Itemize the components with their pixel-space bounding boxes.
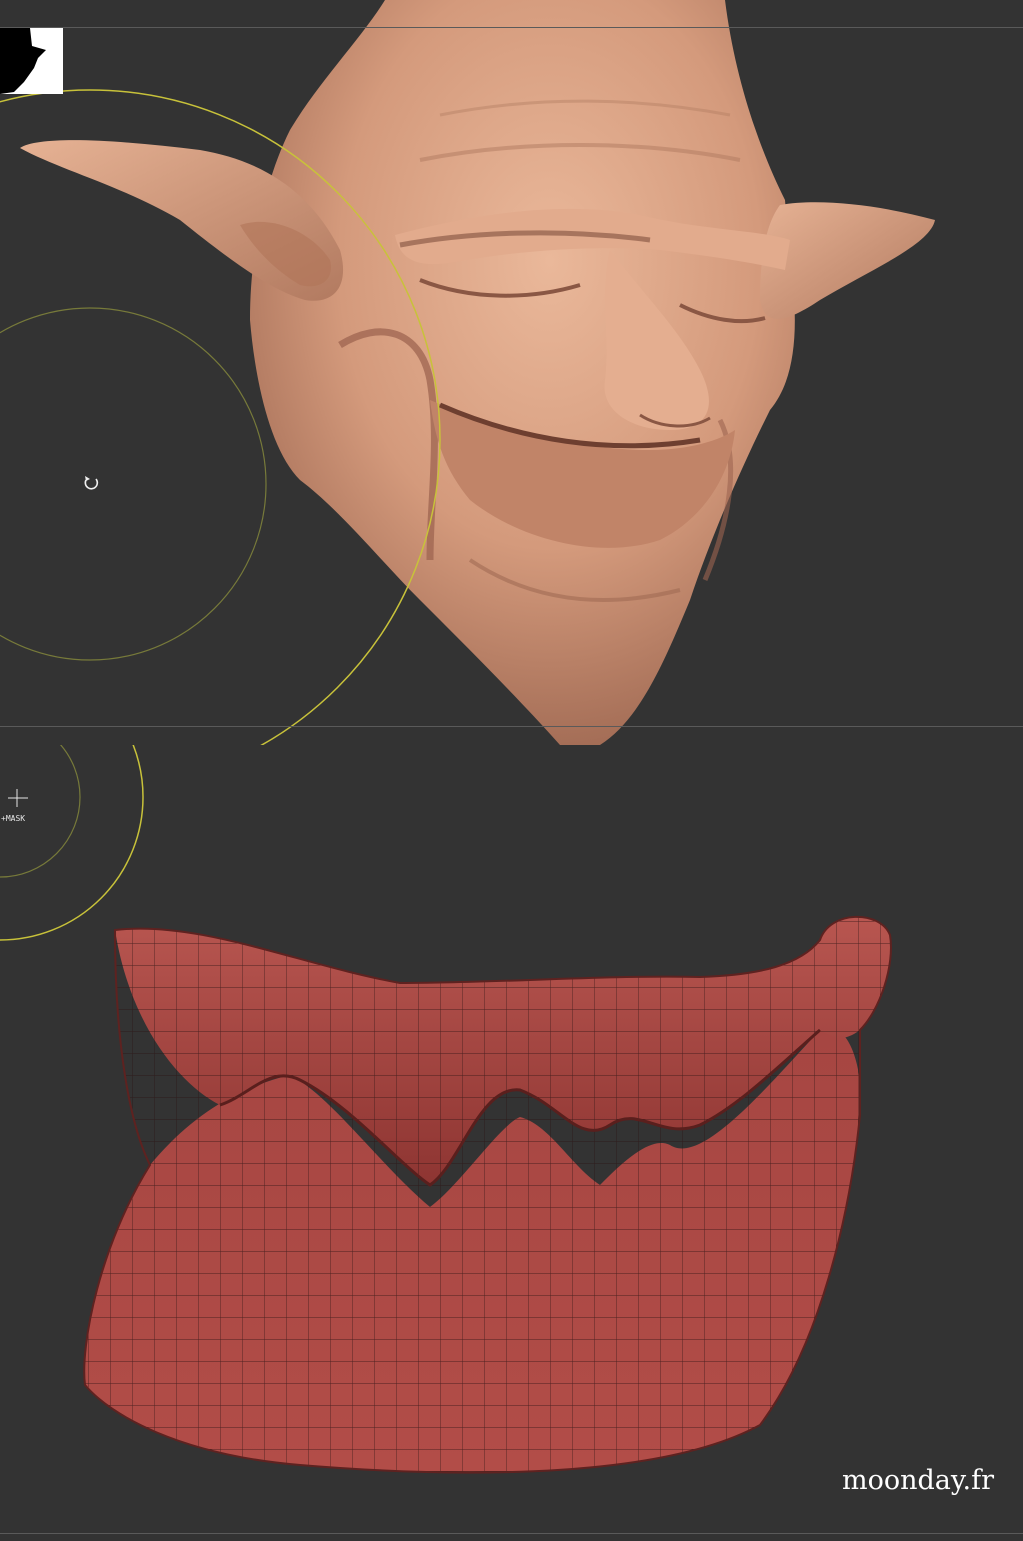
- goblin-head-sculpt: [20, 0, 935, 745]
- mask-cursor-label: +MASK: [1, 814, 26, 823]
- brush-outer-ring: [0, 745, 144, 941]
- watermark-text: moonday.fr: [842, 1465, 995, 1496]
- brush-inner-ring: [0, 745, 81, 878]
- rotate-cursor-icon: [84, 476, 99, 490]
- navigator-thumbnail[interactable]: [0, 28, 63, 94]
- viewport-bottom-border: [0, 726, 1023, 727]
- crosshair-icon: [8, 789, 28, 807]
- head-silhouette-icon: [0, 28, 46, 94]
- brush-inner-ring: [0, 307, 267, 661]
- viewport-top[interactable]: [0, 0, 1023, 745]
- viewport-bottom-edge: [0, 1533, 1023, 1534]
- viewport-bottom[interactable]: [0, 745, 1023, 1541]
- viewport-top-border: [0, 27, 1023, 28]
- lips-mesh: [83, 915, 892, 1474]
